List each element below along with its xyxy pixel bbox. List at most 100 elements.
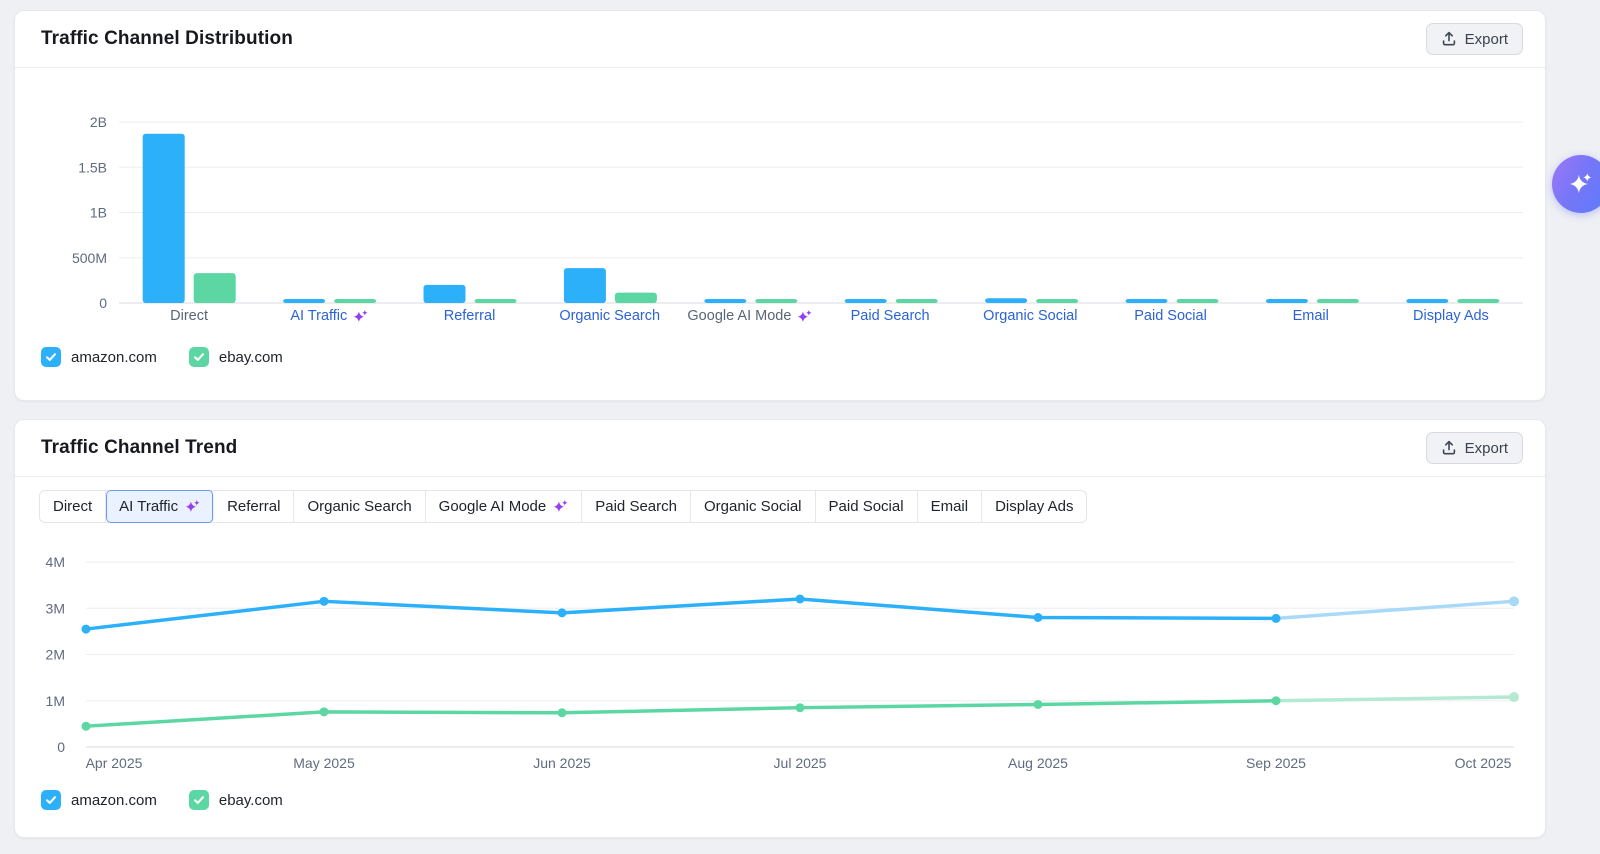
category-label-paid-search[interactable]: Paid Search — [851, 308, 930, 324]
tab-label: Paid Search — [595, 498, 677, 515]
tab-organic-social[interactable]: Organic Social — [691, 491, 816, 522]
category-paid-social: Paid Social — [1100, 308, 1240, 324]
trend-card-header: Traffic Channel Trend Export — [15, 420, 1545, 477]
tab-google-ai-mode[interactable]: Google AI Mode — [426, 491, 583, 522]
distribution-export-button[interactable]: Export — [1426, 23, 1523, 55]
tab-ai-traffic[interactable]: AI Traffic — [106, 490, 214, 523]
traffic-channel-trend-card: Traffic Channel Trend Export Direct AI Tr… — [14, 419, 1546, 838]
bar-ebay-com-referral — [475, 299, 517, 303]
legend-item-amazon-com[interactable]: amazon.com — [41, 790, 157, 810]
bar-amazon-com-google-ai-mode — [704, 299, 746, 303]
category-label-paid-social[interactable]: Paid Social — [1134, 308, 1207, 324]
bar-amazon-com-ai-traffic — [283, 299, 325, 303]
category-email: Email — [1241, 308, 1381, 324]
category-ai-traffic: AI Traffic — [259, 308, 399, 324]
category-label-email[interactable]: Email — [1293, 308, 1329, 324]
svg-text:2M: 2M — [46, 647, 65, 663]
x-axis-label-jun-2025: Jun 2025 — [533, 755, 591, 771]
checkbox-amazon-com[interactable] — [41, 790, 61, 810]
legend-item-amazon-com[interactable]: amazon.com — [41, 347, 157, 367]
tab-label: Display Ads — [995, 498, 1073, 515]
bar-ebay-com-email — [1317, 299, 1359, 303]
category-direct: Direct — [119, 308, 259, 324]
bar-amazon-com-email — [1266, 299, 1308, 303]
check-icon — [192, 793, 206, 807]
legend-item-ebay-com[interactable]: ebay.com — [189, 790, 283, 810]
ai-assistant-button[interactable] — [1552, 155, 1600, 213]
category-label-display-ads[interactable]: Display Ads — [1413, 308, 1489, 324]
legend-label: amazon.com — [71, 349, 157, 366]
category-display-ads: Display Ads — [1381, 308, 1521, 324]
category-label-organic-social[interactable]: Organic Social — [983, 308, 1077, 324]
tab-referral[interactable]: Referral — [214, 491, 294, 522]
trend-export-button[interactable]: Export — [1426, 432, 1523, 464]
category-label-referral[interactable]: Referral — [444, 308, 496, 324]
traffic-distribution-bar-chart: 0500M1B1.5B2B DirectAI TrafficReferralOr… — [15, 68, 1545, 332]
check-icon — [44, 350, 58, 364]
tab-label: Referral — [227, 498, 280, 515]
tab-email[interactable]: Email — [918, 491, 983, 522]
ai-sparkle-icon — [553, 499, 568, 514]
export-label: Export — [1465, 440, 1508, 457]
export-label: Export — [1465, 31, 1508, 48]
traffic-channel-distribution-card: Traffic Channel Distribution Export 0500… — [14, 10, 1546, 401]
x-axis-label-sep-2025: Sep 2025 — [1246, 755, 1306, 771]
category-label-direct: Direct — [170, 308, 208, 324]
x-axis-label-aug-2025: Aug 2025 — [1008, 755, 1068, 771]
bar-ebay-com-ai-traffic — [334, 299, 376, 303]
tab-display-ads[interactable]: Display Ads — [982, 491, 1086, 522]
svg-text:1.5B: 1.5B — [78, 159, 107, 175]
category-google-ai-mode: Google AI Mode — [680, 308, 820, 324]
x-axis-label-oct-2025: Oct 2025 — [1455, 755, 1512, 771]
trend-legend: amazon.com ebay.com — [41, 790, 1545, 810]
bar-ebay-com-direct — [194, 273, 236, 303]
bar-amazon-com-organic-social — [985, 298, 1027, 303]
distribution-card-header: Traffic Channel Distribution Export — [15, 11, 1545, 68]
trend-card-body: Direct AI Traffic Referral Organic Search Go… — [15, 477, 1545, 810]
traffic-analytics-page: Traffic Channel Distribution Export 0500… — [0, 0, 1600, 854]
category-label-ai-traffic[interactable]: AI Traffic — [290, 308, 347, 324]
legend-label: ebay.com — [219, 792, 283, 809]
line-ebay-com — [86, 701, 1276, 726]
bar-ebay-com-organic-search — [615, 293, 657, 303]
checkbox-ebay-com[interactable] — [189, 790, 209, 810]
legend-item-ebay-com[interactable]: ebay.com — [189, 347, 283, 367]
svg-text:3M: 3M — [46, 600, 65, 616]
bar-amazon-com-organic-search — [564, 268, 606, 303]
bar-amazon-com-paid-search — [845, 299, 887, 303]
bar-ebay-com-paid-search — [896, 299, 938, 303]
bar-chart-plot: 0500M1B1.5B2B — [15, 68, 1545, 308]
bar-amazon-com-direct — [143, 134, 185, 303]
x-axis-label-apr-2025: Apr 2025 — [86, 755, 143, 771]
svg-text:1B: 1B — [90, 205, 107, 221]
bar-amazon-com-paid-social — [1126, 299, 1168, 303]
tab-label: AI Traffic — [119, 498, 178, 515]
legend-label: amazon.com — [71, 792, 157, 809]
x-axis-label-jul-2025: Jul 2025 — [774, 755, 827, 771]
tab-label: Email — [931, 498, 969, 515]
tab-paid-social[interactable]: Paid Social — [816, 491, 918, 522]
tab-direct[interactable]: Direct — [40, 491, 106, 522]
tab-paid-search[interactable]: Paid Search — [582, 491, 691, 522]
svg-text:0: 0 — [99, 295, 107, 308]
trend-title: Traffic Channel Trend — [41, 437, 237, 459]
traffic-trend-line-chart: 01M2M3M4M Apr 2025May 2025Jun 2025Jul 20… — [15, 523, 1545, 775]
svg-text:0: 0 — [57, 739, 65, 753]
channel-tabs: Direct AI Traffic Referral Organic Search Go… — [39, 490, 1087, 523]
tab-label: Direct — [53, 498, 92, 515]
line-chart-x-axis-labels: Apr 2025May 2025Jun 2025Jul 2025Aug 2025… — [15, 753, 1545, 775]
tab-organic-search[interactable]: Organic Search — [294, 491, 425, 522]
category-organic-social: Organic Social — [960, 308, 1100, 324]
category-organic-search: Organic Search — [540, 308, 680, 324]
checkbox-amazon-com[interactable] — [41, 347, 61, 367]
bar-ebay-com-paid-social — [1177, 299, 1219, 303]
svg-text:4M: 4M — [46, 554, 65, 570]
ai-sparkle-icon — [185, 499, 200, 514]
distribution-card-body: 0500M1B1.5B2B DirectAI TrafficReferralOr… — [15, 68, 1545, 367]
ai-sparkle-icon — [797, 309, 812, 324]
checkbox-ebay-com[interactable] — [189, 347, 209, 367]
line-amazon-com — [86, 599, 1276, 629]
tab-label: Google AI Mode — [439, 498, 547, 515]
category-label-organic-search[interactable]: Organic Search — [559, 308, 660, 324]
check-icon — [44, 793, 58, 807]
